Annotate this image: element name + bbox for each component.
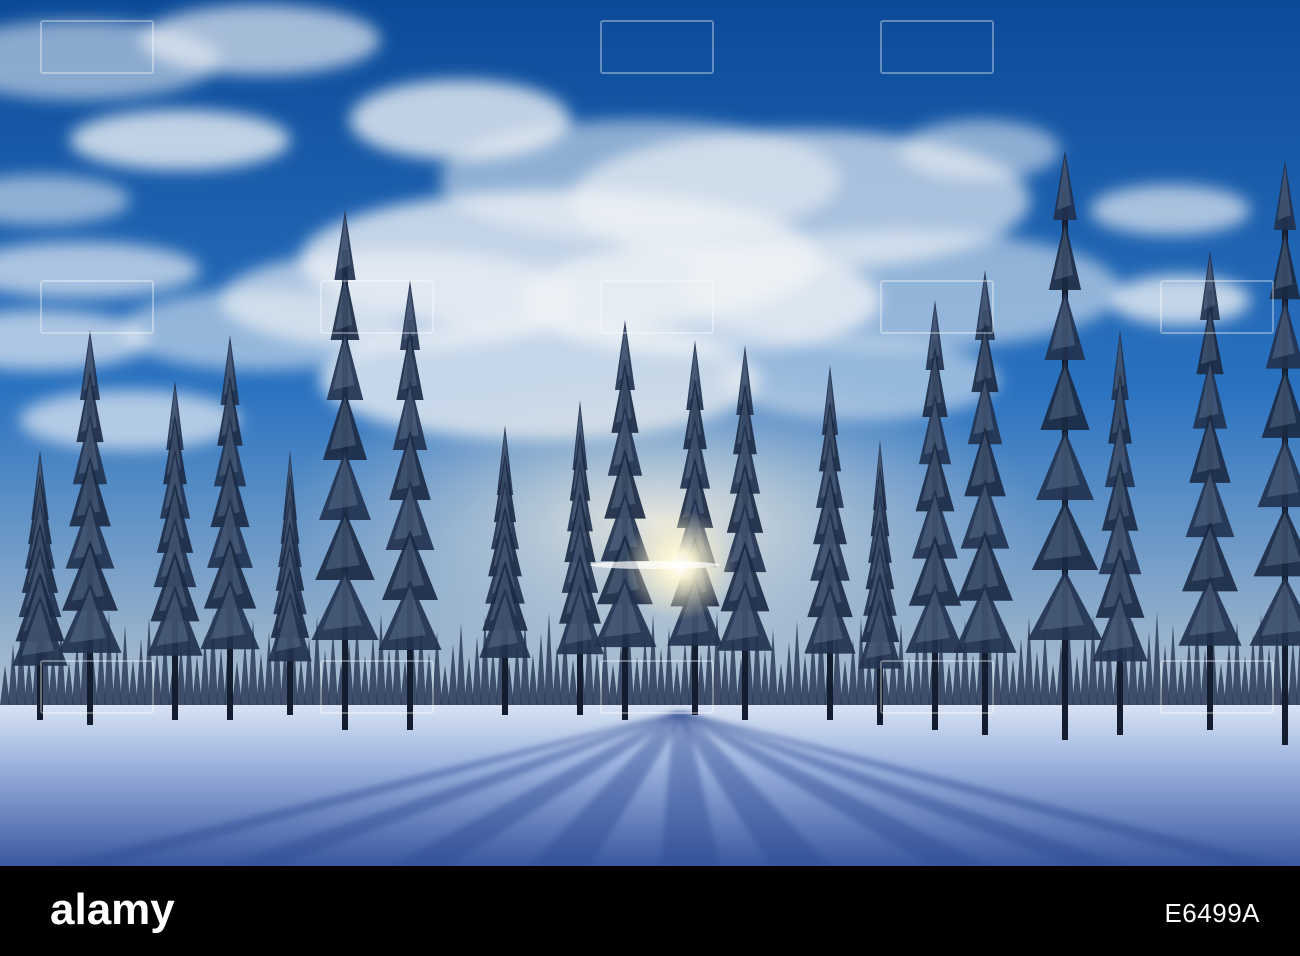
lens-flare-streak (590, 561, 720, 569)
photo-canvas (0, 0, 1300, 866)
winter-forest-photo (0, 0, 1300, 866)
alamy-logo: alamy (50, 885, 175, 934)
stock-image-id: E6499A (1164, 898, 1260, 928)
cloud-blob (140, 5, 380, 75)
cloud-blob (900, 120, 1060, 180)
cloud-blob (1090, 185, 1250, 235)
stock-photo-frame: alamy E6499A (0, 0, 1300, 956)
logo-text: alamy (50, 885, 175, 934)
cloud-blob (1110, 275, 1250, 325)
footer-bar: alamy E6499A (0, 866, 1300, 956)
cloud-blob (70, 110, 290, 170)
cloud-blob (20, 390, 240, 450)
